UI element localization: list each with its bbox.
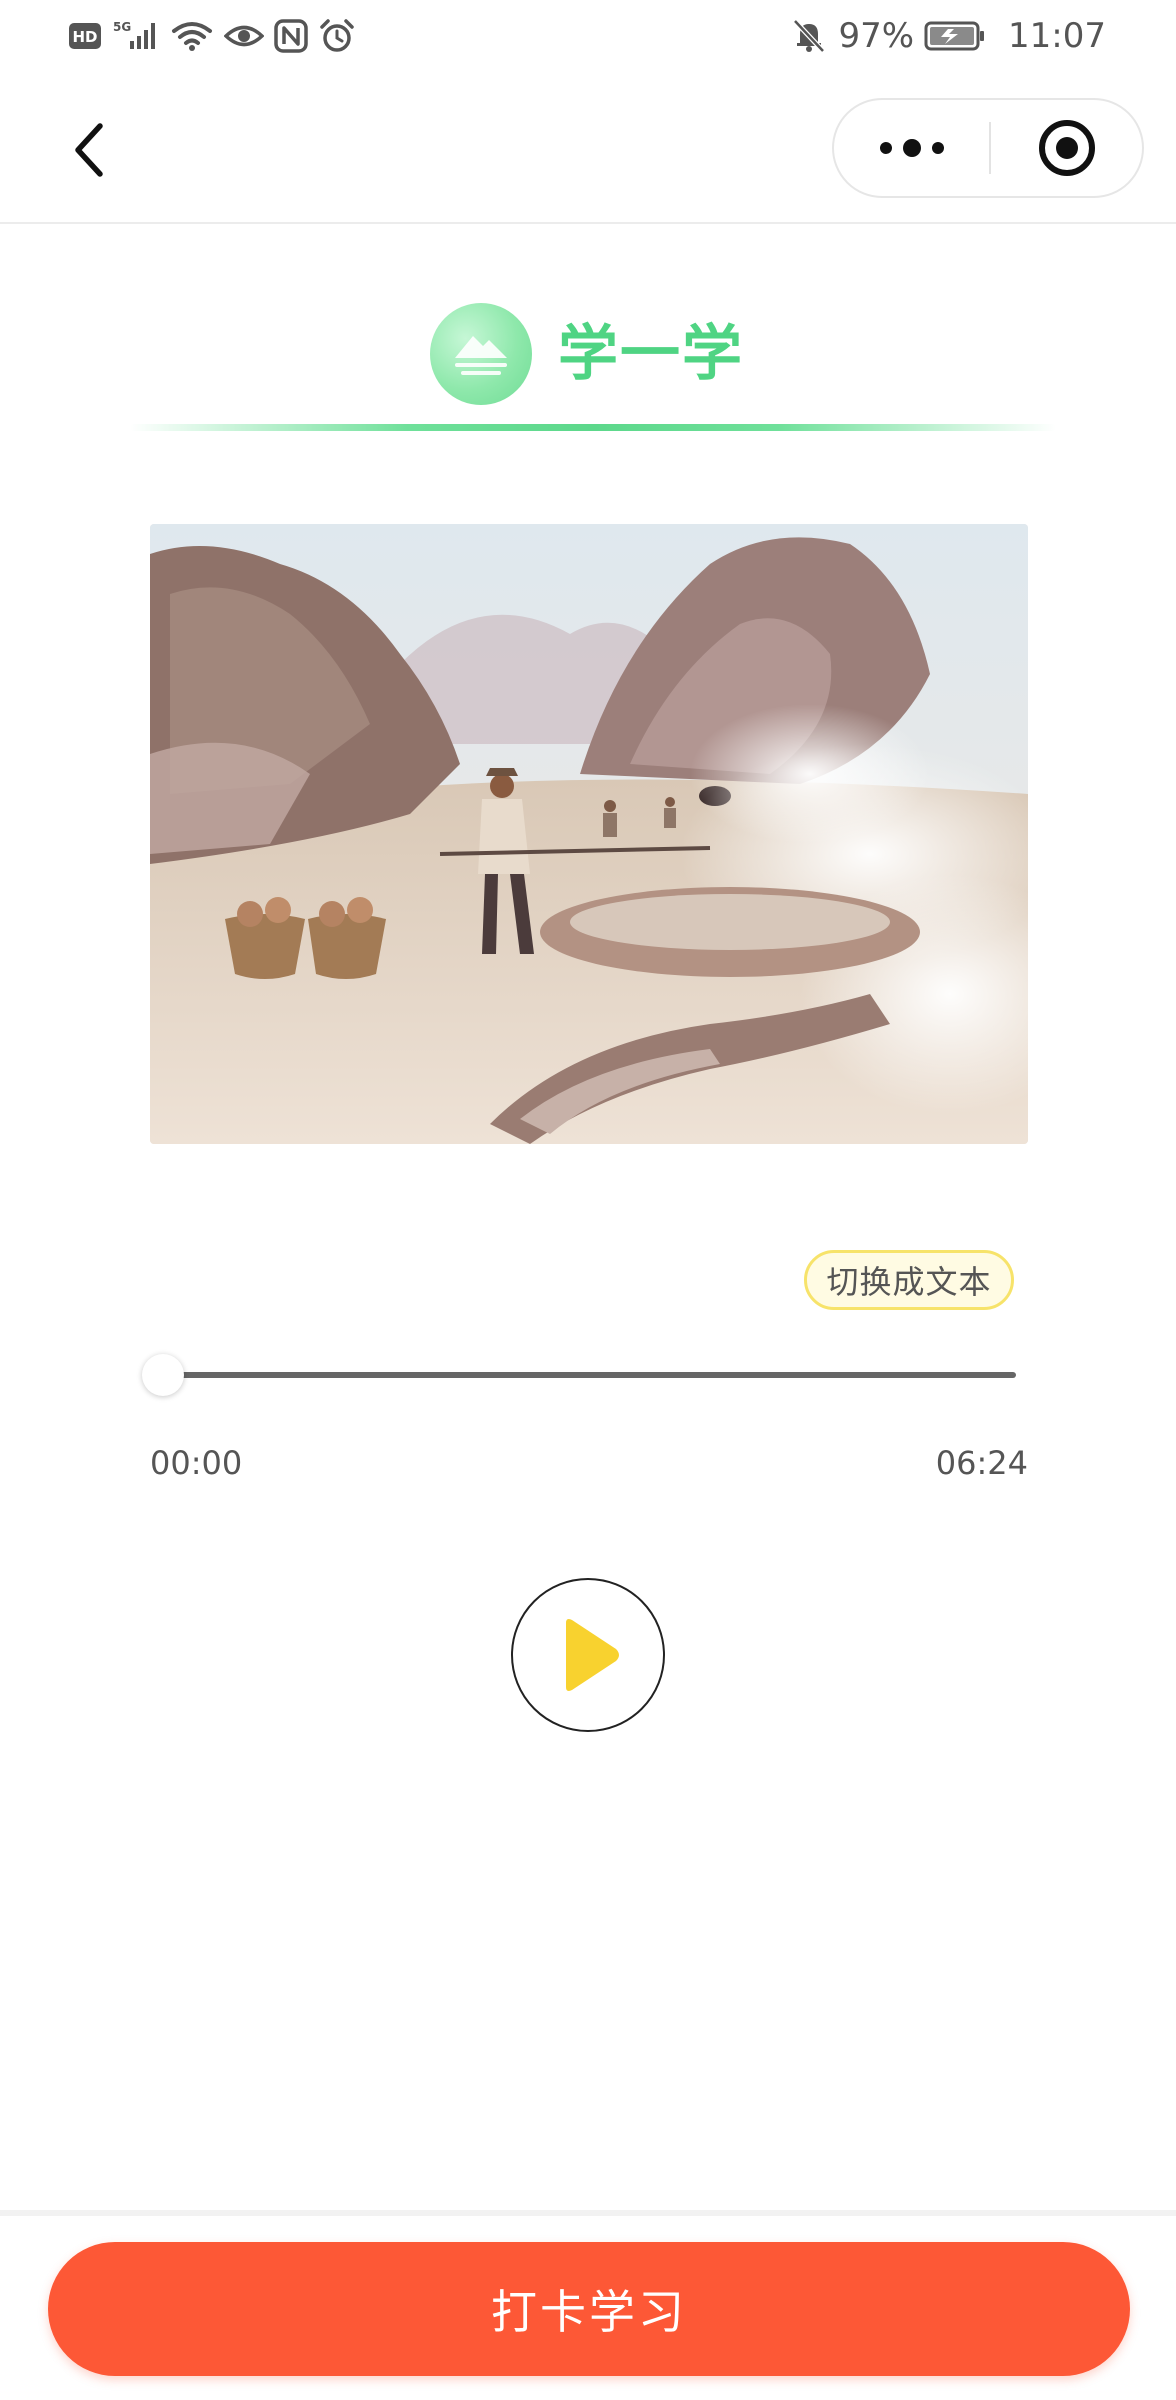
status-left-icons: HD 5G [68, 16, 356, 56]
alarm-icon [318, 18, 356, 54]
svg-text:5G: 5G [113, 20, 131, 34]
status-bar: HD 5G 97% 11:07 [0, 0, 1176, 72]
progress-thumb[interactable] [142, 1354, 184, 1396]
checkin-study-button[interactable]: 打卡学习 [48, 2242, 1130, 2376]
play-button[interactable] [511, 1578, 665, 1732]
total-time: 06:24 [935, 1444, 1028, 1482]
5g-signal-icon: 5G [112, 19, 160, 53]
chevron-left-icon [70, 120, 110, 180]
close-button[interactable] [991, 100, 1142, 196]
back-button[interactable] [60, 118, 120, 182]
battery-charging-icon [924, 20, 986, 52]
switch-to-text-button[interactable]: 切换成文本 [804, 1250, 1014, 1310]
status-time: 11:07 [1008, 16, 1106, 56]
mountain-icon [430, 303, 532, 405]
section-underline [130, 424, 1056, 431]
more-dots-icon [877, 136, 947, 160]
battery-percent: 97% [838, 16, 915, 56]
screen: HD 5G 97% 11:07 学一学 切换成文本 00:00 06:24 打卡… [0, 0, 1176, 2400]
lesson-illustration [150, 524, 1028, 1144]
section-title: 学一学 [558, 319, 744, 389]
nav-bar [0, 72, 1176, 224]
nfc-icon [274, 19, 308, 53]
bottom-divider [0, 2210, 1176, 2216]
target-close-icon [1037, 118, 1097, 178]
eye-icon [224, 21, 264, 51]
progress-track[interactable] [162, 1372, 1016, 1378]
bell-off-icon [792, 18, 826, 54]
current-time: 00:00 [150, 1444, 243, 1482]
hd-icon: HD [68, 21, 102, 51]
svg-text:HD: HD [72, 28, 97, 46]
mini-program-capsule [832, 98, 1144, 198]
watercolor-illustration [150, 524, 1028, 1144]
section-header: 学一学 [0, 300, 1176, 410]
play-icon [552, 1615, 624, 1695]
wifi-icon [170, 19, 214, 53]
more-button[interactable] [834, 100, 989, 196]
status-right: 97% 11:07 [792, 14, 1106, 58]
